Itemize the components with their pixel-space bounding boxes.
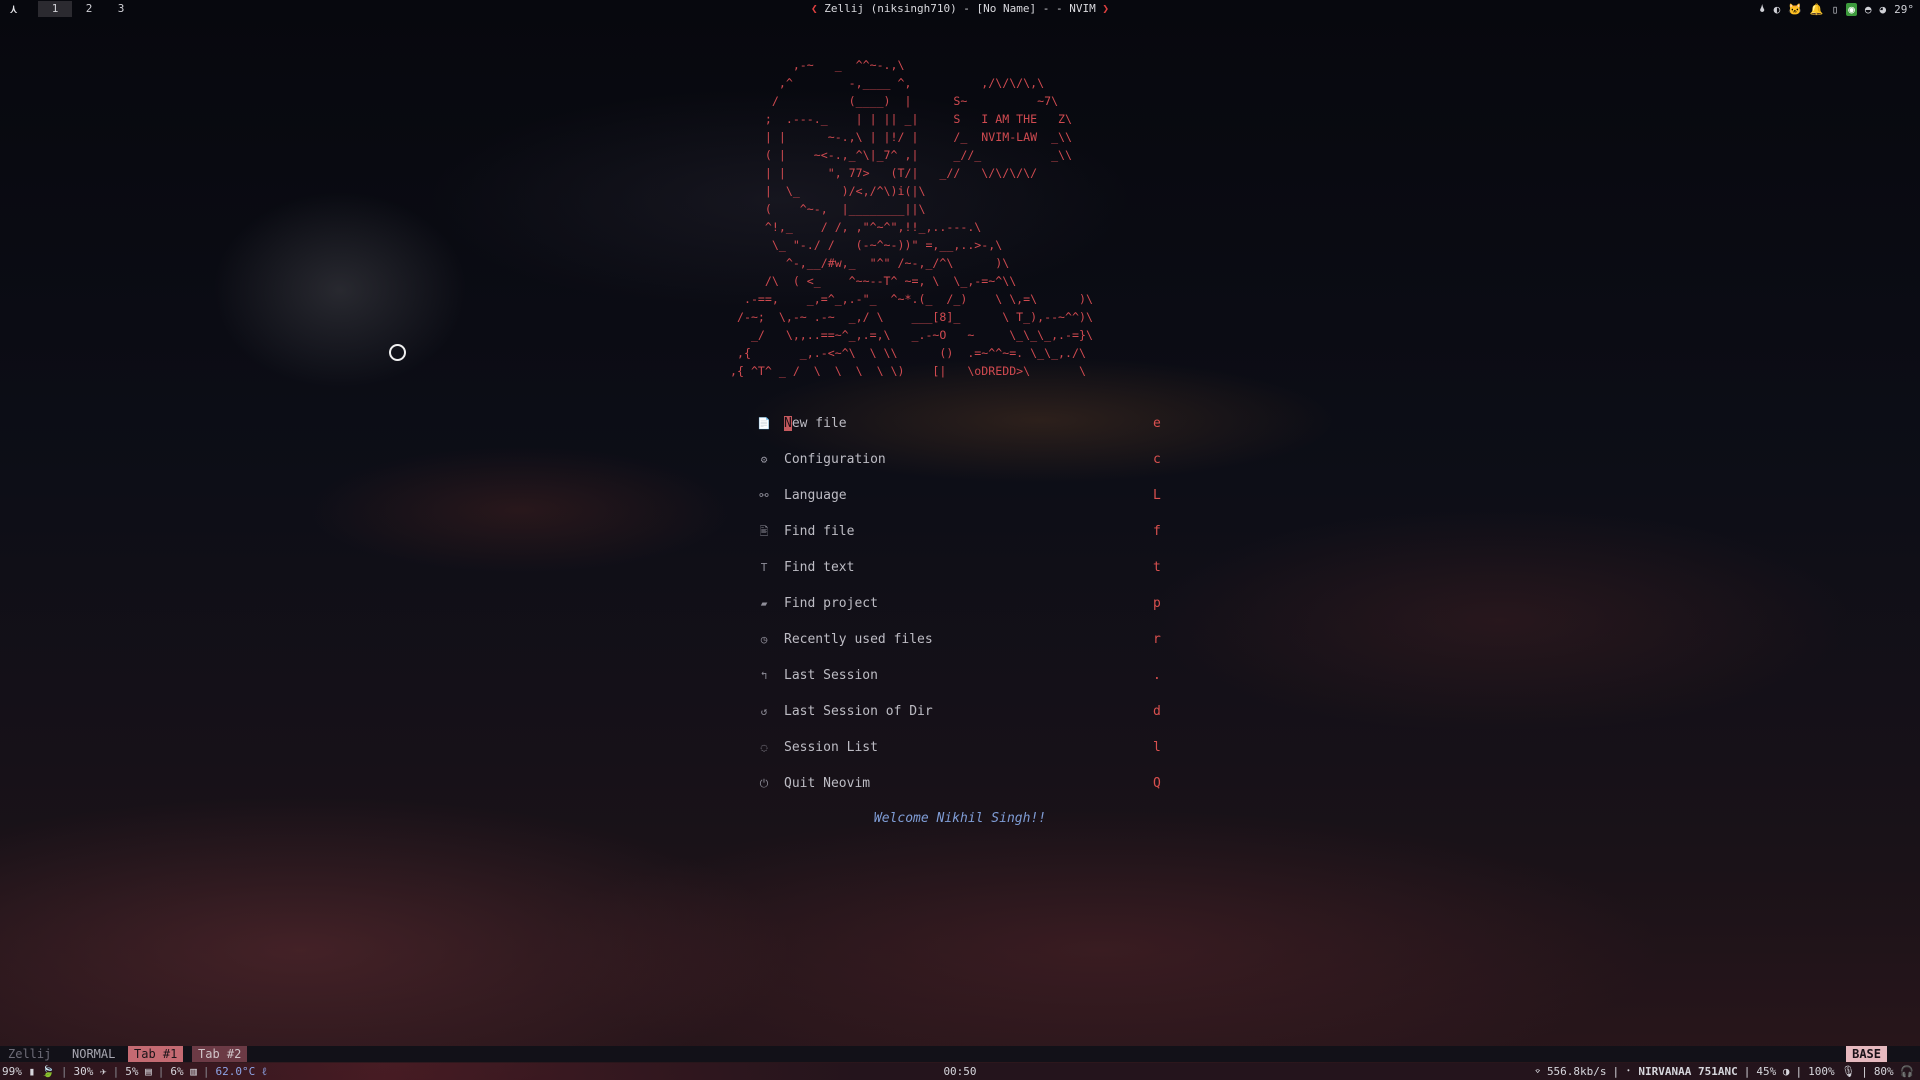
session-icon: ◌	[760, 741, 768, 754]
discord-icon[interactable]: ◓	[1865, 3, 1872, 16]
menu-item-shortcut: .	[1153, 668, 1161, 683]
history-icon: ◷	[760, 633, 768, 646]
restore-icon: ↺	[760, 705, 768, 718]
weather-icon[interactable]: ◕	[1880, 3, 1887, 16]
folder-icon: ▰	[760, 597, 768, 610]
menu-item-shortcut: L	[1153, 488, 1161, 503]
menu-item-shortcut: f	[1153, 524, 1161, 539]
cat-icon[interactable]: 🐱	[1788, 3, 1802, 16]
menu-item-label: Language	[784, 488, 847, 503]
toggle-icon[interactable]: ◐	[1774, 3, 1781, 16]
menu-item-shortcut: e	[1153, 416, 1161, 431]
temperature-readout: 29°	[1894, 2, 1914, 16]
menu-item-shortcut: d	[1153, 704, 1161, 719]
system-tray: 🌢 ◐ 🐱 🔔 ▯ ◉ ◓ ◕ 29°	[1759, 1, 1914, 17]
menu-item-find-text[interactable]: T Find text t	[757, 556, 1167, 592]
gear-icon: ⚙	[760, 453, 768, 466]
volume-readout[interactable]: 80% 🎧	[1874, 1063, 1914, 1080]
tab-1[interactable]: Tab #1	[128, 1046, 184, 1062]
tab-2[interactable]: Tab #2	[192, 1046, 248, 1062]
separator: |	[1795, 1065, 1803, 1078]
network-speed: 556.8kb/s	[1546, 1065, 1607, 1078]
menu-item-label: Last Session	[784, 668, 878, 683]
menu-item-label: Session List	[784, 740, 878, 755]
window-title-text: Zellij (niksingh710) - [No Name] - - NVI…	[824, 2, 1096, 15]
zellij-tab-bar: Zellij NORMAL Tab #1 Tab #2 BASE	[0, 1046, 1920, 1062]
chevron-left-icon: ❮	[810, 2, 818, 15]
menu-item-label: Find project	[784, 596, 878, 611]
file-icon: 📄	[757, 417, 771, 430]
system-status-bar: 99% ▮ 🍃 | 30% ✈ | 5% ▤ | 6% ▥ | 62.0°C ℓ…	[0, 1063, 1920, 1080]
menu-item-language[interactable]: ⚯ Language L	[757, 484, 1167, 520]
app-icon[interactable]: ◉	[1846, 2, 1857, 16]
menu-item-quit[interactable]: ⏻ Quit Neovim Q	[757, 772, 1167, 808]
menu-item-shortcut: t	[1153, 560, 1161, 575]
find-file-icon: 🖹	[759, 525, 769, 538]
menu-item-shortcut: c	[1153, 452, 1161, 467]
separator: |	[1861, 1065, 1868, 1078]
menu-item-new-file[interactable]: 📄 New file e	[757, 412, 1167, 448]
base-mode-badge: BASE	[1846, 1046, 1887, 1062]
bluetooth-device[interactable]: ᛫ NIRVANAA 751ANC	[1625, 1063, 1738, 1080]
dashboard-menu: 📄 New file e ⚙ Configuration c ⚯ Languag…	[757, 412, 1167, 808]
menu-item-last-session-dir[interactable]: ↺ Last Session of Dir d	[757, 700, 1167, 736]
top-bar: ⋏ 1 2 3 ❮ Zellij (niksingh710) - [No Nam…	[0, 0, 1920, 18]
menu-item-shortcut: r	[1153, 632, 1161, 647]
menu-item-recent-files[interactable]: ◷ Recently used files r	[757, 628, 1167, 664]
drop-icon[interactable]: 🌢	[1759, 2, 1766, 16]
return-icon: ↰	[760, 669, 768, 682]
separator: |	[1612, 1065, 1620, 1078]
wifi-icon[interactable]: ⌔	[1534, 1063, 1541, 1080]
alert-icon[interactable]: 🔔	[1810, 3, 1824, 16]
session-name: Zellij	[8, 1047, 52, 1061]
menu-item-label: Recently used files	[784, 632, 933, 647]
text-icon: T	[760, 561, 768, 574]
mode-indicator: NORMAL	[72, 1047, 116, 1061]
separator: |	[1743, 1065, 1751, 1078]
status-right-group: ⌔ 556.8kb/s | ᛫ NIRVANAA 751ANC | 45% ◑ …	[1534, 1063, 1914, 1080]
menu-item-session-list[interactable]: ◌ Session List l	[757, 736, 1167, 772]
menu-item-shortcut: p	[1153, 596, 1161, 611]
power-icon: ⏻	[759, 777, 769, 790]
menu-item-label: New file	[784, 412, 847, 436]
menu-item-label: Configuration	[784, 452, 886, 467]
mouse-cursor	[389, 344, 406, 361]
menu-item-configuration[interactable]: ⚙ Configuration c	[757, 448, 1167, 484]
cursor-char: N	[784, 416, 792, 431]
language-icon: ⚯	[759, 489, 769, 502]
menu-item-label: Find text	[784, 560, 855, 575]
window-title: ❮ Zellij (niksingh710) - [No Name] - - N…	[0, 2, 1920, 15]
menu-item-label: Quit Neovim	[784, 776, 871, 791]
menu-item-shortcut: l	[1153, 740, 1161, 755]
welcome-message: Welcome Nikhil Singh!!	[873, 811, 1047, 826]
ascii-art-header: ,-~ _ ^^~-.,\ ,^ -,____ ^, ,/\/\/\,\ / (…	[730, 58, 1093, 378]
brightness-readout[interactable]: 45% ◑	[1756, 1063, 1789, 1080]
menu-item-shortcut: Q	[1153, 776, 1161, 791]
menu-item-last-session[interactable]: ↰ Last Session .	[757, 664, 1167, 700]
menu-item-find-file[interactable]: 🖹 Find file f	[757, 520, 1167, 556]
mic-readout[interactable]: 100% 🎙	[1808, 1063, 1855, 1080]
menu-item-label-rest: ew file	[791, 416, 847, 431]
chevron-right-icon: ❯	[1102, 2, 1110, 15]
menu-item-label: Last Session of Dir	[784, 704, 933, 719]
phone-icon[interactable]: ▯	[1832, 3, 1839, 16]
menu-item-label: Find file	[784, 524, 855, 539]
menu-item-find-project[interactable]: ▰ Find project p	[757, 592, 1167, 628]
